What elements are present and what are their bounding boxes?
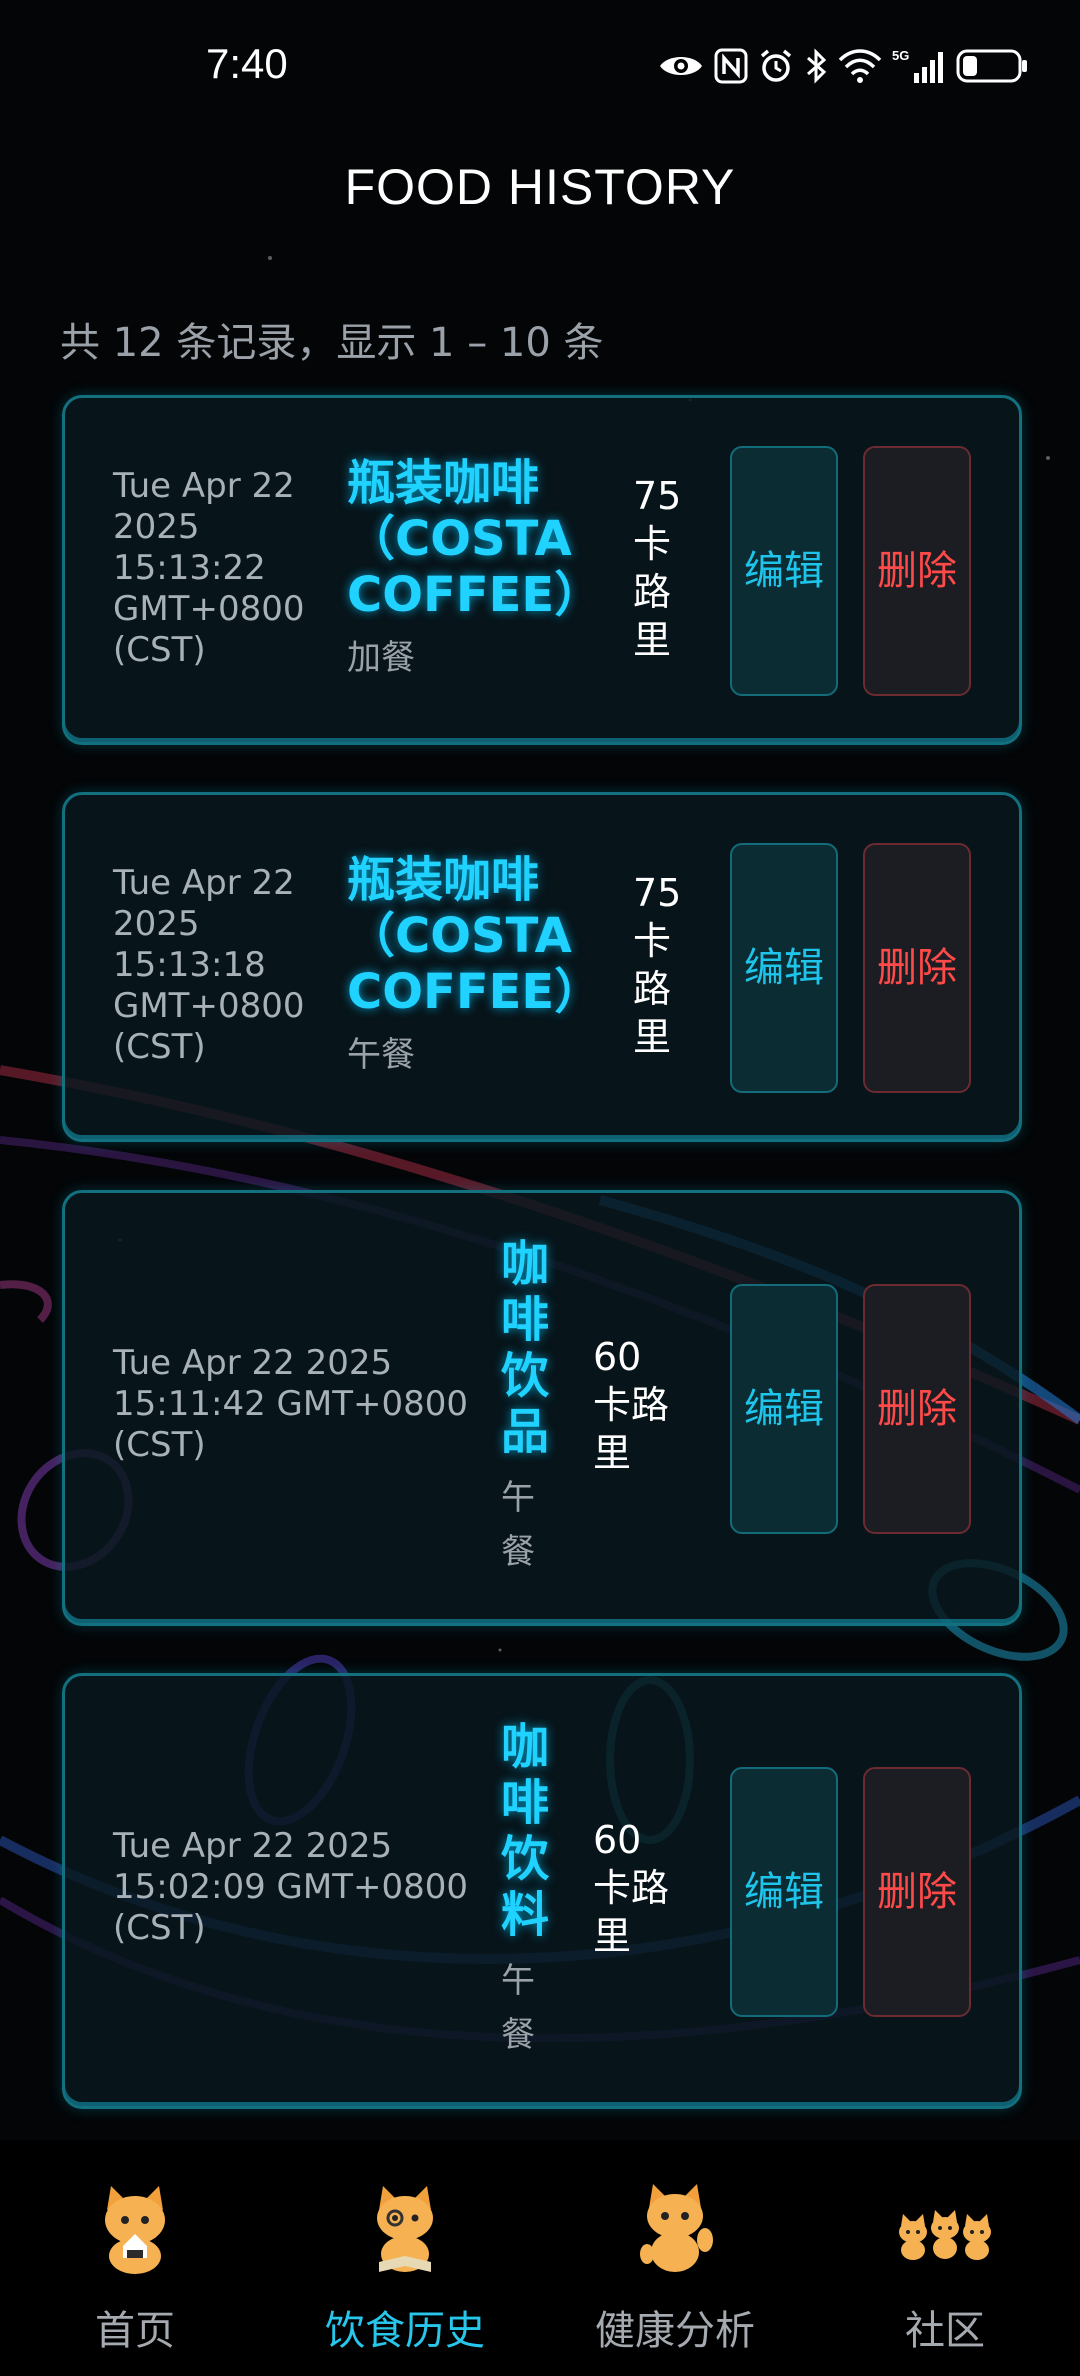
alarm-icon (760, 49, 792, 82)
bottom-nav: 首页 饮食历史 健康分析 社区 (0, 2140, 1080, 2376)
nav-label: 社区 (905, 2308, 985, 2354)
edit-button[interactable]: 编辑 (730, 843, 838, 1093)
food-record-card: Tue Apr 22 2025 15:13:22 GMT+0800 (CST) … (62, 395, 1022, 745)
meal-type: 午 餐 (501, 1478, 535, 1572)
food-name: 咖 啡 饮 料 (501, 1719, 550, 1943)
food-name: 咖 啡 饮 品 (501, 1236, 550, 1460)
food-name: 瓶装咖啡 （COSTA COFFEE） (347, 455, 603, 623)
signal-5g-icon: 5G (892, 48, 943, 83)
wifi-icon (838, 49, 882, 83)
status-time: 7:40 (206, 40, 288, 87)
cat-riceball-icon (105, 2186, 165, 2274)
cats-group-icon (899, 2210, 991, 2260)
calories: 60 卡路 里 (593, 1818, 670, 1958)
meal-type: 午 餐 (501, 1961, 535, 2055)
nav-label: 饮食历史 (325, 2308, 485, 2354)
svg-text:5G: 5G (892, 48, 909, 63)
nfc-icon (714, 48, 748, 84)
record-date: Tue Apr 22 2025 15:13:18 GMT+0800 (CST) (113, 863, 305, 1067)
nav-label: 健康分析 (595, 2308, 755, 2354)
calories: 60 卡路 里 (593, 1335, 670, 1475)
status-bar: 7:40 5G (0, 0, 1080, 140)
meal-type: 加餐 (347, 638, 415, 678)
food-record-card: Tue Apr 22 2025 15:02:09 GMT+0800 (CST) … (62, 1673, 1022, 2109)
status-icons: 5G (658, 44, 1030, 88)
calories: 75 卡 路 里 (633, 871, 682, 1059)
nav-item-home[interactable]: 首页 (0, 2140, 270, 2376)
delete-button[interactable]: 删除 (863, 446, 971, 696)
nav-item-health-analysis[interactable]: 健康分析 (540, 2140, 810, 2376)
bluetooth-icon (807, 48, 827, 84)
delete-button[interactable]: 删除 (863, 1767, 971, 2017)
nav-item-food-history[interactable]: 饮食历史 (270, 2140, 540, 2376)
edit-button[interactable]: 编辑 (730, 1284, 838, 1534)
edit-button[interactable]: 编辑 (730, 1767, 838, 2017)
food-name: 瓶装咖啡 （COSTA COFFEE） (347, 852, 603, 1020)
cat-waving-icon (640, 2184, 713, 2272)
cat-book-icon (377, 2186, 433, 2272)
food-record-card: Tue Apr 22 2025 15:13:18 GMT+0800 (CST) … (62, 792, 1022, 1142)
nav-label: 首页 (95, 2308, 175, 2354)
calories: 75 卡 路 里 (633, 474, 682, 662)
delete-button[interactable]: 删除 (863, 1284, 971, 1534)
record-date: Tue Apr 22 2025 15:11:42 GMT+0800 (CST) (113, 1343, 468, 1465)
delete-button[interactable]: 删除 (863, 843, 971, 1093)
record-date: Tue Apr 22 2025 15:02:09 GMT+0800 (CST) (113, 1826, 468, 1948)
battery-icon (956, 49, 1027, 83)
app-screen: 7:40 5G FOOD HISTORY 共 12 条记录，显示 1 – 10 … (0, 0, 1080, 2376)
record-date: Tue Apr 22 2025 15:13:22 GMT+0800 (CST) (113, 466, 305, 670)
food-record-card: Tue Apr 22 2025 15:11:42 GMT+0800 (CST) … (62, 1190, 1022, 1626)
meal-type: 午餐 (347, 1035, 415, 1075)
nav-item-community[interactable]: 社区 (810, 2140, 1080, 2376)
record-summary: 共 12 条记录，显示 1 – 10 条 (60, 320, 604, 366)
page-title: FOOD HISTORY (344, 159, 736, 215)
edit-button[interactable]: 编辑 (730, 446, 838, 696)
eye-icon (660, 57, 702, 75)
